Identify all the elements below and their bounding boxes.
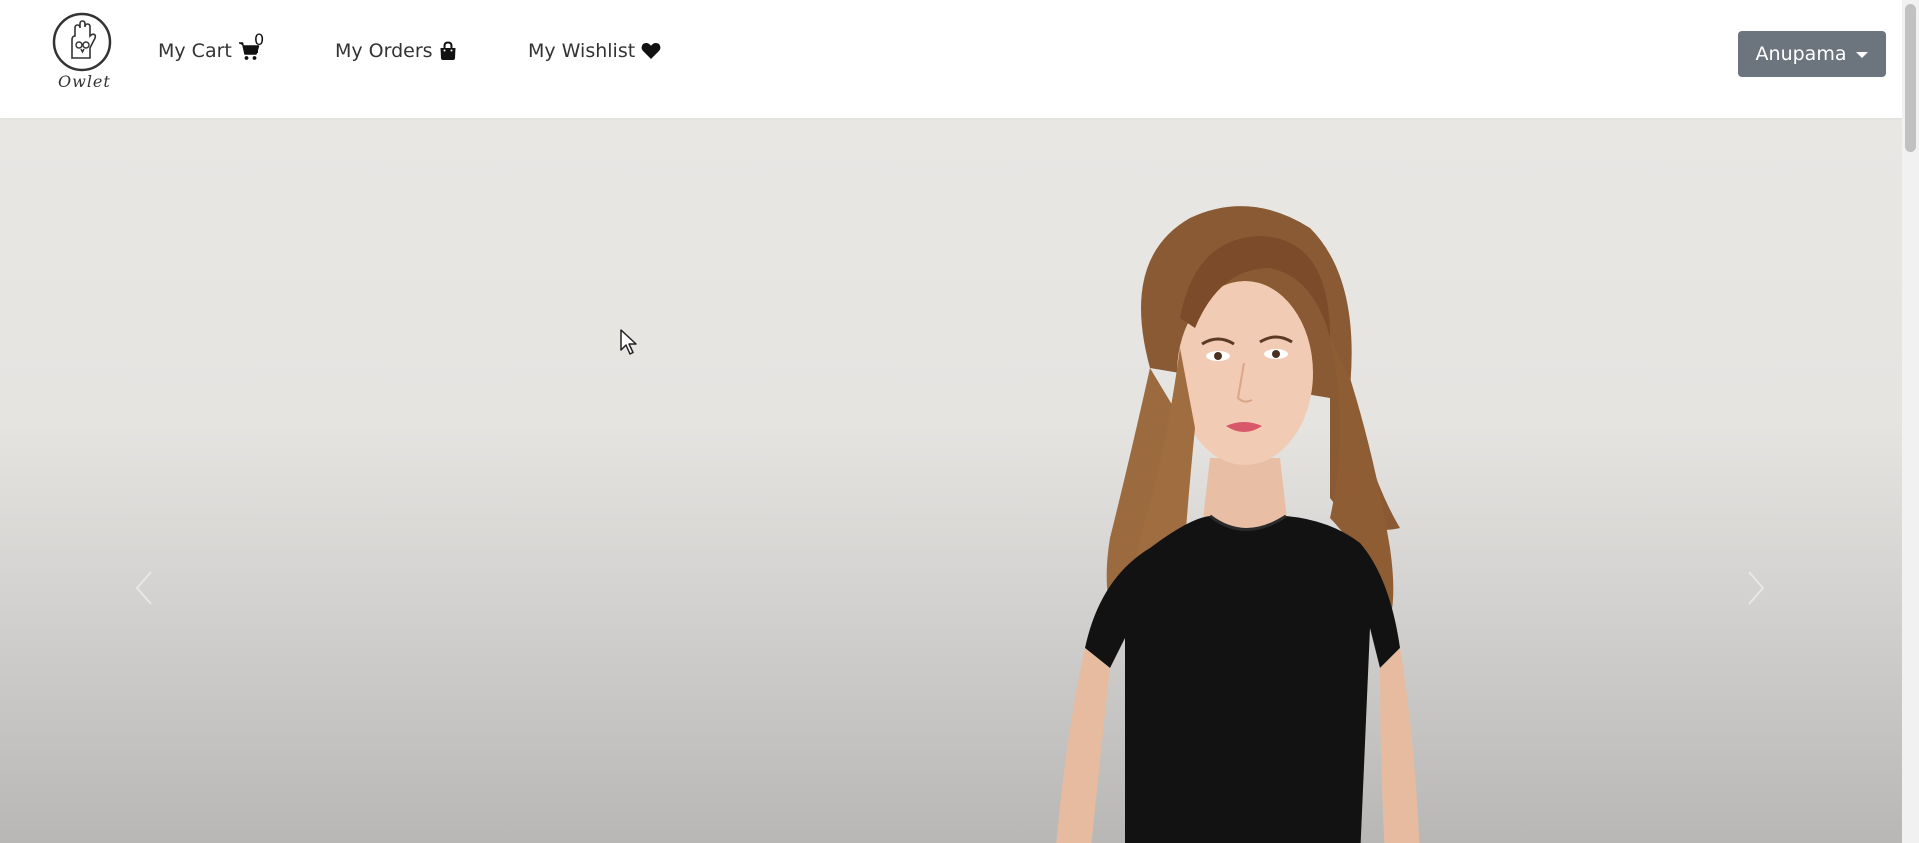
mouse-pointer-icon (620, 329, 637, 355)
nav-my-wishlist[interactable]: My Wishlist (528, 40, 661, 62)
nav-my-orders-label: My Orders (335, 40, 433, 62)
chevron-left-icon (135, 571, 152, 605)
owl-hand-logo-icon (52, 12, 112, 72)
carousel-next-button[interactable] (1736, 558, 1776, 618)
scrollbar-thumb[interactable] (1905, 4, 1916, 152)
nav-my-wishlist-label: My Wishlist (528, 40, 636, 62)
caret-down-icon (1856, 52, 1869, 58)
brand-logo[interactable]: Owlet (46, 12, 118, 96)
page-scrollbar[interactable] (1902, 0, 1919, 843)
carousel-prev-button[interactable] (124, 558, 164, 618)
top-navbar: Owlet My Cart 0 My Orders My Wishlist An… (0, 0, 1902, 118)
nav-my-cart[interactable]: My Cart (158, 40, 260, 62)
hero-carousel (0, 118, 1902, 843)
hero-model-image (1056, 206, 1420, 843)
shopping-bag-icon (440, 41, 456, 60)
cart-count-badge: 0 (254, 30, 265, 49)
logo-text: Owlet (58, 72, 111, 91)
nav-my-orders[interactable]: My Orders (335, 40, 457, 62)
nav-my-cart-label: My Cart (158, 40, 232, 62)
user-menu-dropdown-button[interactable]: Anupama (1738, 31, 1886, 77)
chevron-right-icon (1748, 571, 1765, 605)
heart-icon (641, 43, 661, 59)
user-name: Anupama (1755, 43, 1847, 65)
